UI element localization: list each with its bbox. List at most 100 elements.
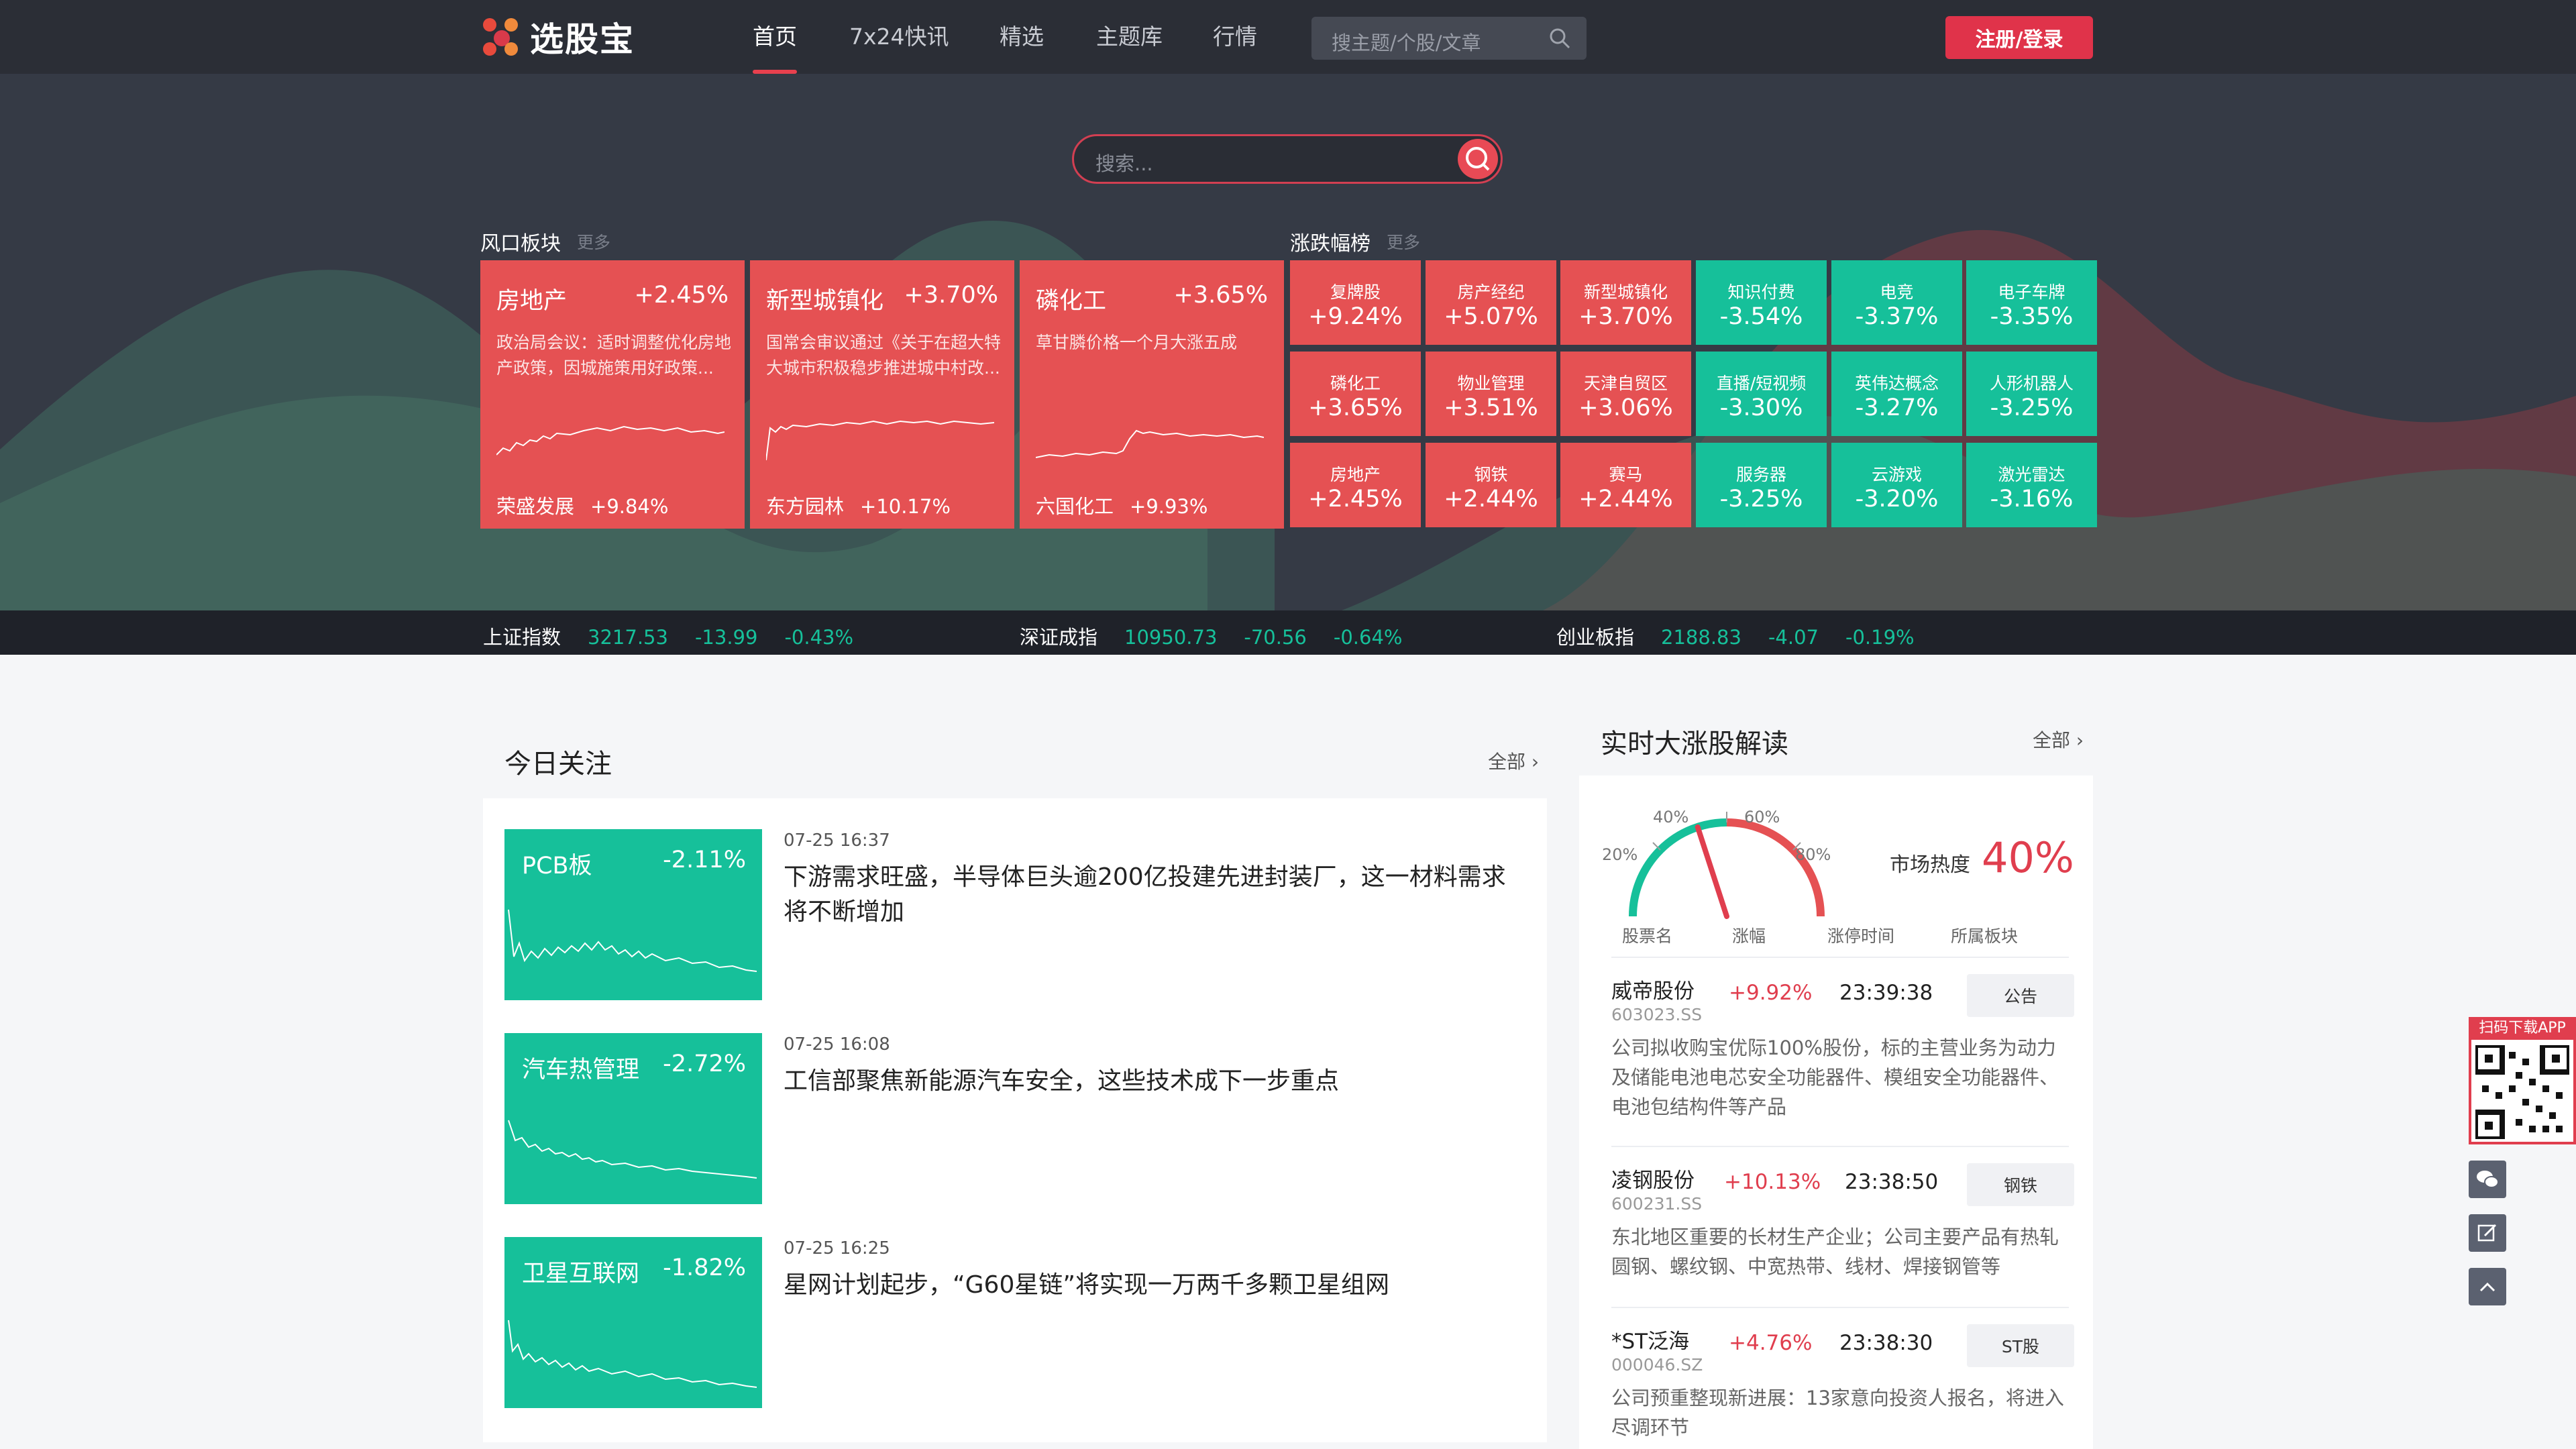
wind-card-stock-name: 东方园林 — [766, 495, 845, 518]
realtime-all-link[interactable]: 全部 › — [2033, 726, 2084, 753]
mover-tile-name: 天津自贸区 — [1583, 374, 1668, 393]
mover-tile-pct: -3.37% — [1855, 303, 1939, 330]
qr-title: 扫码下载APP — [2469, 1017, 2576, 1040]
search-icon[interactable] — [1548, 26, 1572, 50]
table-row[interactable]: *ST泛海 000046.SZ +4.76% 23:38:30 ST股 公司预重… — [1611, 1307, 2074, 1449]
nav-featured[interactable]: 精选 — [1000, 19, 1044, 74]
wind-card[interactable]: 房地产 +2.45% 政治局会议：适时调整优化房地产政策，因城施策用好政策...… — [480, 260, 745, 529]
mover-tile-down[interactable]: 云游戏 -3.20% — [1831, 443, 1962, 527]
index-pct: -0.19% — [1845, 626, 1915, 649]
mover-tile-down[interactable]: 英伟达概念 -3.27% — [1831, 352, 1962, 436]
focus-sector-card[interactable]: 卫星互联网 -1.82% — [504, 1237, 762, 1408]
focus-headline[interactable]: 星网计划起步，“G60星链”将实现一万两千多颗卫星组网 — [784, 1268, 1521, 1303]
hero-search-input[interactable]: 搜索... — [1072, 134, 1503, 184]
wind-card-stock-pct: +10.17% — [860, 495, 951, 518]
mover-tile-down[interactable]: 电子车牌 -3.35% — [1966, 260, 2097, 345]
table-row[interactable]: 威帝股份 603023.SS +9.92% 23:39:38 公告 公司拟收购宝… — [1611, 957, 2074, 1146]
mover-tile-up[interactable]: 新型城镇化 +3.70% — [1560, 260, 1691, 345]
focus-sector-pct: -2.72% — [663, 1051, 746, 1077]
mover-tile-down[interactable]: 人形机器人 -3.25% — [1966, 352, 2097, 436]
gauge-label: 80% — [1795, 845, 1831, 864]
index-item[interactable]: 创业板指 2188.83 -4.07 -0.19% — [1556, 622, 1941, 650]
mover-tile-up[interactable]: 房产经纪 +5.07% — [1426, 260, 1556, 345]
mover-tile-down[interactable]: 激光雷达 -3.16% — [1966, 443, 2097, 527]
mover-tile-pct: -3.20% — [1855, 486, 1939, 513]
focus-headline[interactable]: 工信部聚焦新能源汽车安全，这些技术成下一步重点 — [784, 1064, 1521, 1099]
focus-sector-sparkline — [508, 909, 757, 972]
movers-more-link[interactable]: 更多 — [1387, 229, 1420, 254]
mover-tile-name: 云游戏 — [1871, 465, 1922, 484]
logo[interactable]: 选股宝 — [483, 15, 635, 59]
mover-tile-up[interactable]: 赛马 +2.44% — [1560, 443, 1691, 527]
nav-home[interactable]: 首页 — [753, 19, 797, 74]
focus-sector-pct: -2.11% — [663, 847, 746, 873]
stock-name: 威帝股份 — [1611, 979, 1695, 1004]
mover-tile-up[interactable]: 房地产 +2.45% — [1290, 443, 1421, 527]
mover-tile-down[interactable]: 服务器 -3.25% — [1696, 443, 1827, 527]
col-sector: 所属板块 — [1951, 926, 2019, 946]
nav-theme-library[interactable]: 主题库 — [1096, 19, 1163, 74]
mover-tile-name: 电子车牌 — [1998, 282, 2065, 302]
index-value: 3217.53 — [588, 626, 668, 649]
wind-card-stock[interactable]: 荣盛发展 +9.84% — [496, 491, 668, 519]
app-qr-code[interactable]: 扫码下载APP — [2469, 1017, 2576, 1144]
focus-time: 07-25 16:25 — [784, 1238, 890, 1258]
stock-sector-tag[interactable]: ST股 — [1967, 1324, 2074, 1367]
wechat-button[interactable] — [2469, 1161, 2506, 1198]
index-item[interactable]: 上证指数 3217.53 -13.99 -0.43% — [483, 622, 880, 650]
logo-text: 选股宝 — [530, 20, 635, 59]
hero-search-placeholder: 搜索... — [1095, 152, 1153, 175]
gauge-label: 40% — [1653, 808, 1689, 826]
mover-tile-up[interactable]: 磷化工 +3.65% — [1290, 352, 1421, 436]
feedback-button[interactable] — [2469, 1214, 2506, 1252]
wind-card-stock-name: 六国化工 — [1036, 495, 1114, 518]
stock-pct: +9.92% — [1729, 981, 1813, 1005]
wind-card-stock[interactable]: 六国化工 +9.93% — [1036, 491, 1208, 519]
nav-market[interactable]: 行情 — [1213, 19, 1257, 74]
hero-search-button[interactable] — [1458, 139, 1498, 179]
wind-card[interactable]: 磷化工 +3.65% 草甘膦价格一个月大涨五成 六国化工 +9.93% — [1020, 260, 1284, 529]
wind-card[interactable]: 新型城镇化 +3.70% 国常会审议通过《关于在超大特大城市积极稳步推进城中村改… — [750, 260, 1014, 529]
realtime-panel: 20% 40% 60% 80% 市场热度 40% 股票名 涨幅 涨停时间 所属板… — [1579, 775, 2093, 1449]
index-change: -13.99 — [694, 626, 758, 649]
mover-tile-name: 复牌股 — [1330, 282, 1381, 302]
realtime-section-title: 实时大涨股解读 — [1601, 729, 1788, 759]
mover-tile-name: 新型城镇化 — [1583, 282, 1668, 302]
mover-tile-pct: -3.30% — [1719, 394, 1803, 421]
mover-tile-up[interactable]: 天津自贸区 +3.06% — [1560, 352, 1691, 436]
mover-tile-down[interactable]: 直播/短视频 -3.30% — [1696, 352, 1827, 436]
index-item[interactable]: 深证成指 10950.73 -70.56 -0.64% — [1020, 622, 1429, 650]
wind-card-sparkline — [496, 425, 724, 455]
focus-all-link[interactable]: 全部 › — [1488, 747, 1539, 774]
focus-sector-card[interactable]: PCB板 -2.11% — [504, 829, 762, 1000]
wind-card-desc: 草甘膦价格一个月大涨五成 — [1036, 333, 1238, 352]
mover-tile-up[interactable]: 复牌股 +9.24% — [1290, 260, 1421, 345]
mover-tile-up[interactable]: 钢铁 +2.44% — [1426, 443, 1556, 527]
mover-tile-down[interactable]: 知识付费 -3.54% — [1696, 260, 1827, 345]
focus-sector-card[interactable]: 汽车热管理 -2.72% — [504, 1033, 762, 1204]
mover-tile-down[interactable]: 电竞 -3.37% — [1831, 260, 1962, 345]
focus-section-title: 今日关注 — [504, 749, 612, 780]
register-login-button[interactable]: 注册/登录 — [1945, 16, 2093, 59]
focus-sector-sparkline — [508, 1120, 757, 1179]
mover-tile-up[interactable]: 物业管理 +3.51% — [1426, 352, 1556, 436]
focus-sector-name: PCB板 — [522, 853, 592, 879]
nav-7x24[interactable]: 7x24快讯 — [849, 19, 949, 74]
wind-more-link[interactable]: 更多 — [577, 229, 610, 254]
focus-headline[interactable]: 下游需求旺盛，半导体巨头逾200亿投建先进封装厂，这一材料需求将不断增加 — [784, 860, 1521, 930]
mover-tile-pct: -3.16% — [1990, 486, 2074, 513]
top-search-input[interactable]: 搜主题/个股/文章 — [1311, 17, 1587, 60]
chevron-right-icon: › — [1531, 751, 1540, 773]
table-row[interactable]: 凌钢股份 600231.SS +10.13% 23:38:50 钢铁 东北地区重… — [1611, 1146, 2074, 1307]
stock-sector-tag[interactable]: 钢铁 — [1967, 1163, 2074, 1206]
focus-time: 07-25 16:37 — [784, 830, 890, 851]
stock-sector-tag[interactable]: 公告 — [1967, 974, 2074, 1017]
mover-tile-name: 知识付费 — [1727, 282, 1795, 302]
focus-sector-pct: -1.82% — [663, 1254, 746, 1281]
wind-card-stock-pct: +9.93% — [1130, 495, 1208, 518]
focus-sector-name: 卫星互联网 — [522, 1260, 640, 1287]
mover-tile-name: 英伟达概念 — [1854, 374, 1939, 393]
wind-card-stock[interactable]: 东方园林 +10.17% — [766, 491, 951, 519]
back-to-top-button[interactable] — [2469, 1268, 2506, 1305]
stock-name: *ST泛海 — [1611, 1330, 1690, 1354]
